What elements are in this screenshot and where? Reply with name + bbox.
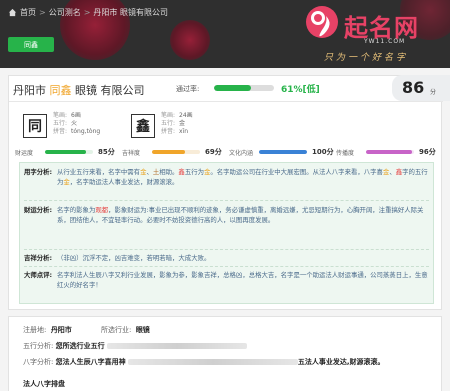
blurred-text <box>127 359 298 365</box>
bazi-chart-heading: 法人八字排盘 <box>23 380 65 388</box>
analysis-text: ，名字助运法人事业发达，财源滚滚。 <box>69 178 179 186</box>
result-header: 丹阳市 同鑫 眼镜 有限公司 通过率: 61%[低] 86 分 <box>9 75 450 102</box>
char-info: 笔画: 6画 五行: 火 拼音: tóng,tòng <box>53 112 101 135</box>
analysis-text: 名字利法人生辰八字又利行业发展，影象为参，影象吉祥，总格凶，总格大吉，名字是一个… <box>57 271 428 289</box>
analysis-text: ，影象财运为:事业已出现不顺利的迹象，务必谦虚慎重，离婚远嫌，尤忌短期行为，心胸… <box>57 206 424 224</box>
company-info-panel: 注册地: 丹阳市 所选行业: 眼镜 五行分析: 您所选行业五行 八字分析: 您法… <box>8 316 442 391</box>
pass-rate-bar <box>214 85 274 91</box>
char-box: 同 <box>23 114 47 138</box>
highlighted-term: 观都 <box>95 206 109 214</box>
analysis-panel: 用字分析: 从行业五行来看，名字中需有金、土相助。鑫五行为金。名字助运公司在行业… <box>19 162 434 304</box>
score-unit: 分 <box>430 89 437 96</box>
analysis-text: 。名字助运公司在行业中大展宏图。从法人八字来看，八字喜 <box>210 168 383 176</box>
char-info: 笔画: 24画 五行: 金 拼音: xīn <box>161 112 193 135</box>
selected-industry: 所选行业: 眼镜 <box>101 326 150 334</box>
company-name: 丹阳市 同鑫 眼镜 有限公司 <box>13 82 145 98</box>
metric-culture: 文化内涵 100分 <box>229 148 334 157</box>
pass-rate-fill <box>214 85 251 91</box>
breadcrumb-separator: > <box>39 8 46 17</box>
pass-rate-label: 通过率: <box>176 85 200 93</box>
divider <box>24 200 429 201</box>
breadcrumb-home[interactable]: 首页 <box>20 7 36 18</box>
metric-spread: 传播度 96分 <box>336 148 436 157</box>
analysis-text: （非凶）沉浮不定，凶吉难变，若明若暗，大成大败。 <box>57 254 211 262</box>
breadcrumb: 首页 > 公司测名 > 丹阳市 眼镜有限公司 <box>8 7 168 18</box>
master-comment: 大师点评: 名字利法人生辰八字又利行业发展，影象为参，影象吉祥，总格凶，总格大吉… <box>24 271 428 289</box>
divider <box>24 266 429 267</box>
company-name-highlight: 同鑫 <box>49 84 72 97</box>
name-tag-button[interactable]: 同鑫 <box>8 37 54 52</box>
breadcrumb-current: 丹阳市 眼镜有限公司 <box>93 8 168 17</box>
bazi-analysis: 八字分析: 您法人生辰八字喜用神 五法人事业发达,财源滚滚。 <box>23 358 385 366</box>
metric-luck: 吉祥度 69分 <box>122 148 222 157</box>
fortune-analysis: 财运分析: 名字的影象为观都，影象财运为:事业已出现不顺利的迹象，务必谦虚慎重，… <box>24 206 424 224</box>
breadcrumb-section[interactable]: 公司测名 <box>49 7 81 18</box>
header-banner: 首页 > 公司测名 > 丹阳市 眼镜有限公司 同鑫 起名网 YW11.COM 只… <box>0 0 450 68</box>
score-value: 86 <box>402 78 425 97</box>
analysis-text: 从行业五行来看，名字中需有 <box>57 168 141 176</box>
score-badge: 86 分 <box>392 75 450 101</box>
usage-analysis: 用字分析: 从行业五行来看，名字中需有金、土相助。鑫五行为金。名字助运公司在行业… <box>24 168 428 186</box>
analysis-text: 名字的影象为 <box>57 206 96 214</box>
company-name-suffix: 眼镜 有限公司 <box>71 84 145 97</box>
banner-decoration <box>170 20 210 60</box>
divider <box>24 249 429 250</box>
logo-mark-icon <box>306 6 338 38</box>
logo-url: YW11.COM <box>364 38 406 45</box>
company-name-prefix: 丹阳市 <box>13 84 50 97</box>
breadcrumb-separator: > <box>83 8 91 17</box>
pass-rate-value: 61%[低] <box>281 85 320 95</box>
analysis-text: 相助。 <box>159 168 179 176</box>
element-analysis: 五行分析: 您所选行业五行 <box>23 341 247 351</box>
logo-slogan: 只为一个好名字 <box>324 53 409 63</box>
home-icon <box>8 8 17 17</box>
lucky-analysis: 吉祥分析: （非凶）沉浮不定，凶吉难变，若明若暗，大成大败。 <box>24 254 211 262</box>
char-box: 鑫 <box>131 114 155 138</box>
registration-place: 注册地: 丹阳市 <box>23 326 72 334</box>
analysis-text: 五行为 <box>184 168 204 176</box>
metric-wealth: 财运度 85分 <box>15 148 115 157</box>
blurred-text <box>106 343 247 349</box>
site-logo[interactable]: 起名网 YW11.COM 只为一个好名字 <box>304 4 446 66</box>
result-card: 丹阳市 同鑫 眼镜 有限公司 通过率: 61%[低] 86 分 同 笔画: 6画 … <box>8 75 450 310</box>
